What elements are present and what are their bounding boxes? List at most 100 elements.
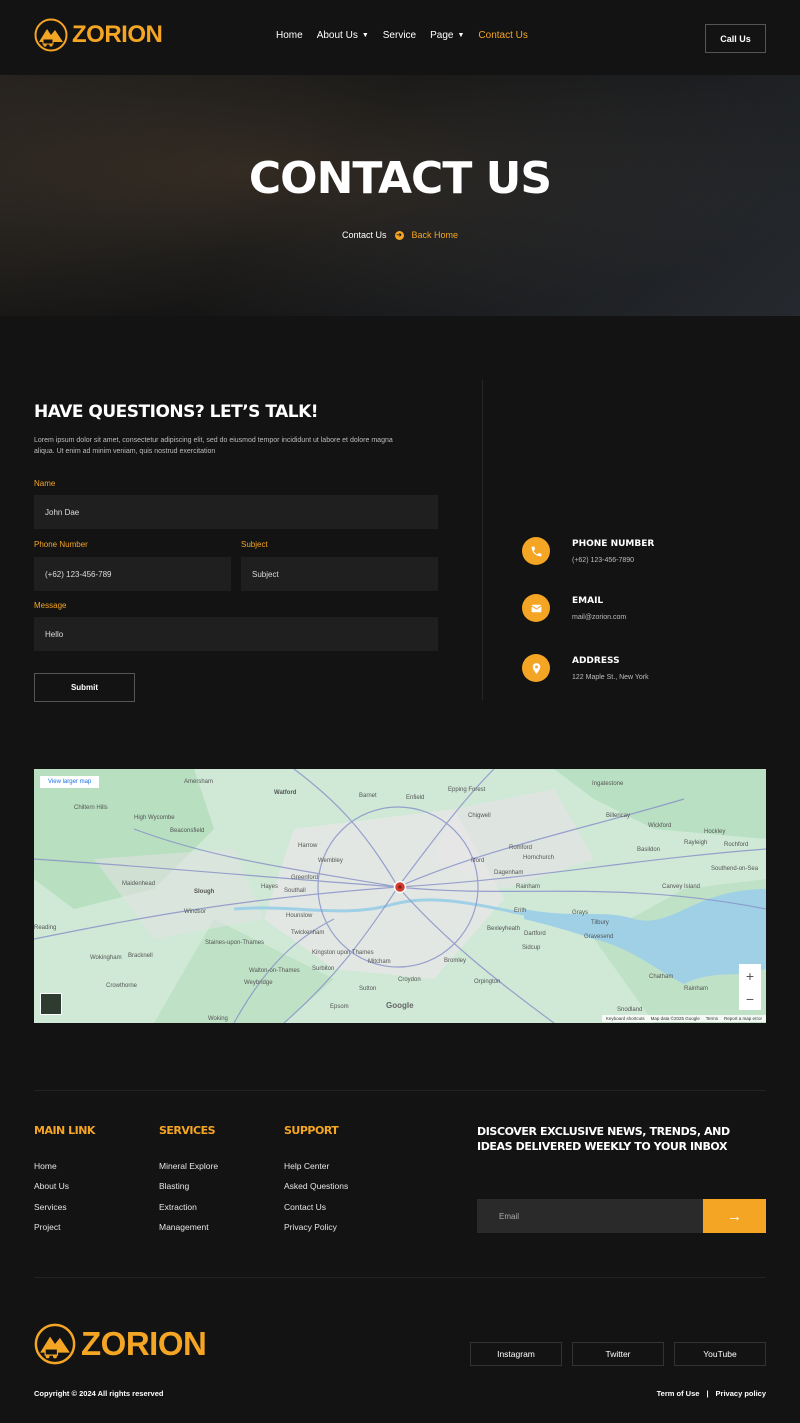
footer-link-home[interactable]: Home [34, 1161, 57, 1171]
zoom-in-icon[interactable]: + [739, 964, 761, 987]
svg-text:Bromley: Bromley [444, 958, 466, 964]
view-larger-map-link[interactable]: View larger map [40, 776, 100, 788]
footer-link-project[interactable]: Project [34, 1222, 60, 1232]
svg-text:Dagenham: Dagenham [494, 870, 523, 876]
arrow-right-icon: ➜ [394, 230, 404, 240]
svg-text:Maidenhead: Maidenhead [122, 881, 155, 887]
message-input[interactable]: Hello [34, 617, 438, 651]
svg-text:Woking: Woking [208, 1016, 228, 1022]
svg-text:Epping Forest: Epping Forest [448, 787, 486, 793]
svg-text:Sidcup: Sidcup [522, 945, 541, 951]
svg-text:Epsom: Epsom [330, 1004, 349, 1010]
map-attribution: Keyboard shortcuts Map data ©2025 Google… [601, 1015, 766, 1022]
svg-text:Enfield: Enfield [406, 795, 424, 801]
map-canvas: Watford Barnet Enfield Epping Forest Ing… [34, 769, 766, 1023]
embedded-map[interactable]: Watford Barnet Enfield Epping Forest Ing… [34, 769, 766, 1023]
report-map-error-link[interactable]: Report a map error [724, 1016, 762, 1021]
submit-button[interactable]: Submit [34, 673, 135, 702]
newsletter-submit-button[interactable]: → [703, 1199, 766, 1233]
email-icon [522, 594, 550, 622]
legal-separator: | [706, 1389, 709, 1398]
footer-link-privacy-policy[interactable]: Privacy Policy [284, 1222, 337, 1232]
footer-divider-top [34, 1090, 766, 1091]
footer-logo[interactable]: ZORION [34, 1323, 207, 1365]
svg-text:Billericay: Billericay [606, 813, 630, 819]
footer-link-about[interactable]: About Us [34, 1181, 69, 1191]
footer-link-services[interactable]: Services [34, 1202, 67, 1212]
info-address: ADDRESS 122 Maple St., New York [522, 654, 649, 682]
svg-text:Greenford: Greenford [291, 875, 318, 881]
name-input[interactable]: John Dae [34, 495, 438, 529]
svg-text:Mitcham: Mitcham [368, 959, 391, 965]
map-layer-toggle[interactable] [40, 993, 62, 1015]
svg-text:Rainham: Rainham [516, 884, 540, 890]
footer-link-extraction[interactable]: Extraction [159, 1202, 197, 1212]
privacy-policy-link[interactable]: Privacy policy [716, 1389, 766, 1398]
nav-about-us[interactable]: About Us ▼ [317, 30, 369, 41]
phone-input[interactable]: (+62) 123-456-789 [34, 557, 231, 591]
logo[interactable]: ZORION [34, 18, 163, 52]
svg-text:Barnet: Barnet [359, 793, 377, 799]
svg-text:Southend-on-Sea: Southend-on-Sea [711, 866, 759, 872]
svg-text:Bracknell: Bracknell [128, 953, 153, 959]
nav-page[interactable]: Page ▼ [430, 30, 464, 41]
nav-contact-us[interactable]: Contact Us [478, 30, 527, 41]
svg-text:Kingston upon Thames: Kingston upon Thames [312, 950, 374, 956]
svg-text:Hayes: Hayes [261, 884, 278, 890]
svg-text:Chigwell: Chigwell [468, 813, 491, 819]
svg-text:Tilbury: Tilbury [591, 920, 609, 926]
nav-service[interactable]: Service [383, 30, 416, 41]
svg-text:Amersham: Amersham [184, 779, 213, 785]
hero-banner: CONTACT US Contact Us ➜ Back Home [0, 75, 800, 316]
footer-divider-bottom [34, 1277, 766, 1278]
svg-text:Walton-on-Thames: Walton-on-Thames [249, 968, 300, 974]
newsletter-email-input[interactable]: Email [477, 1199, 703, 1233]
svg-text:Twickenham: Twickenham [291, 930, 324, 936]
info-value: (+62) 123-456-7890 [572, 557, 635, 564]
logo-mark-icon [34, 1323, 76, 1365]
info-title: PHONE NUMBER [572, 539, 655, 549]
svg-text:Croydon: Croydon [398, 977, 421, 983]
keyboard-shortcuts-link[interactable]: Keyboard shortcuts [606, 1016, 645, 1021]
svg-text:Wokingham: Wokingham [90, 955, 122, 961]
svg-text:Chiltern Hills: Chiltern Hills [74, 805, 108, 811]
name-label: Name [34, 479, 56, 488]
footer-link-help-center[interactable]: Help Center [284, 1161, 329, 1171]
terms-link[interactable]: Terms [706, 1016, 718, 1021]
svg-text:Dartford: Dartford [524, 931, 546, 937]
footer-link-management[interactable]: Management [159, 1222, 209, 1232]
svg-text:Wickford: Wickford [648, 823, 671, 829]
terms-of-use-link[interactable]: Term of Use [657, 1389, 700, 1398]
svg-text:Surbiton: Surbiton [312, 966, 334, 972]
breadcrumb-back-home[interactable]: Back Home [412, 230, 459, 240]
nav-home[interactable]: Home [276, 30, 303, 41]
subject-input[interactable]: Subject [241, 557, 438, 591]
legal-links: Term of Use | Privacy policy [657, 1389, 766, 1398]
subject-label: Subject [241, 540, 268, 549]
footer-link-blasting[interactable]: Blasting [159, 1181, 189, 1191]
breadcrumb-current: Contact Us [341, 230, 387, 240]
page-title: CONTACT US [248, 153, 552, 204]
footer-link-mineral-explore[interactable]: Mineral Explore [159, 1161, 218, 1171]
instagram-button[interactable]: Instagram [470, 1342, 562, 1366]
info-email: EMAIL mail@zorion.com [522, 594, 626, 622]
map-zoom-control: + − [739, 964, 761, 1010]
svg-text:Harrow: Harrow [298, 843, 318, 849]
svg-text:Weybridge: Weybridge [244, 980, 273, 986]
svg-text:Canvey Island: Canvey Island [662, 884, 700, 890]
contact-heading: HAVE QUESTIONS? LET’S TALK! [34, 402, 319, 422]
footer-link-contact-us[interactable]: Contact Us [284, 1202, 326, 1212]
info-value: mail@zorion.com [572, 614, 627, 621]
svg-text:Rayleigh: Rayleigh [684, 840, 707, 846]
svg-text:Hounslow: Hounslow [286, 913, 313, 919]
svg-text:Ingatestone: Ingatestone [592, 781, 624, 787]
twitter-button[interactable]: Twitter [572, 1342, 664, 1366]
call-us-button[interactable]: Call Us [705, 24, 766, 53]
zoom-out-icon[interactable]: − [739, 987, 761, 1010]
svg-text:Rainham: Rainham [684, 986, 708, 992]
youtube-button[interactable]: YouTube [674, 1342, 766, 1366]
google-logo: Google [386, 1001, 414, 1010]
svg-text:Grays: Grays [572, 910, 588, 916]
footer-link-asked-questions[interactable]: Asked Questions [284, 1181, 348, 1191]
svg-text:Crowthorne: Crowthorne [106, 983, 138, 989]
